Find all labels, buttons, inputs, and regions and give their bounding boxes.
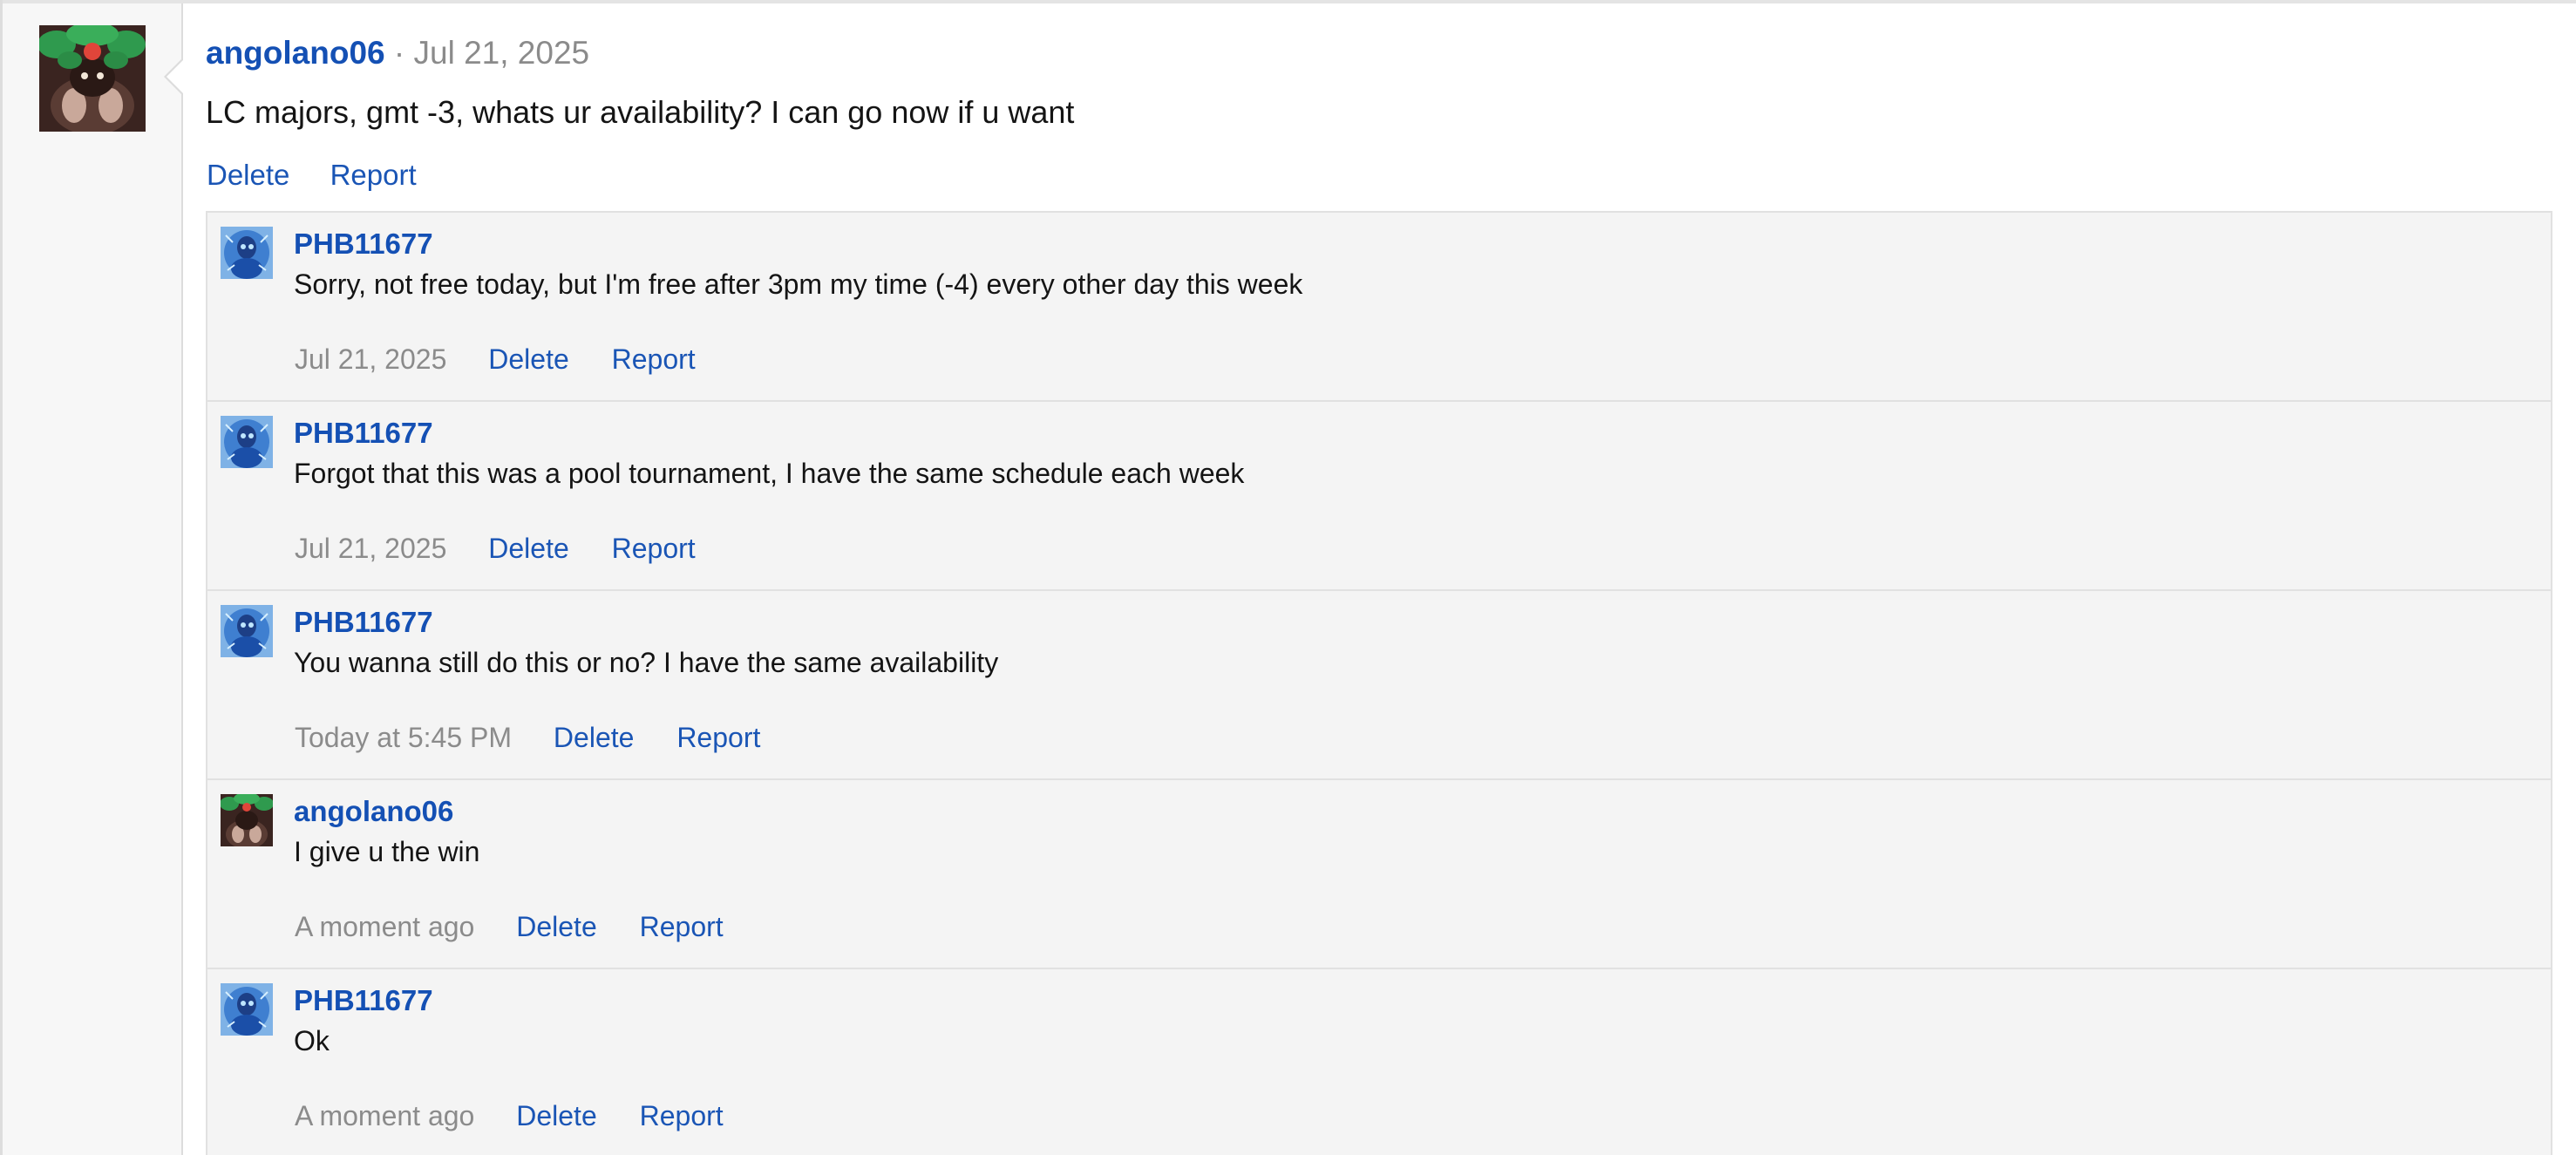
comment-footer: Jul 21, 2025 Delete Report xyxy=(295,340,731,378)
comment-author-link[interactable]: PHB11677 xyxy=(294,225,433,263)
comments-list: PHB11677 Sorry, not free today, but I'm … xyxy=(206,211,2552,1155)
dark-creature-with-leaves-avatar-icon xyxy=(221,794,273,846)
comment-body: Ok xyxy=(294,1025,330,1056)
post-body: LC majors, gmt -3, whats ur availability… xyxy=(206,94,1075,130)
comment-body: You wanna still do this or no? I have th… xyxy=(294,647,999,678)
comment-author-link[interactable]: PHB11677 xyxy=(294,603,433,642)
dark-creature-with-leaves-avatar-icon xyxy=(39,25,146,132)
blue-glowing-figure-avatar-icon xyxy=(221,227,273,279)
post-date: Jul 21, 2025 xyxy=(413,35,590,71)
comment-delete-link[interactable]: Delete xyxy=(488,343,569,375)
post-author-link[interactable]: angolano06 xyxy=(206,35,385,71)
comment-item: PHB11677 You wanna still do this or no? … xyxy=(207,591,2551,780)
comment-footer: A moment ago Delete Report xyxy=(295,1097,758,1135)
comment-time: A moment ago xyxy=(295,1100,475,1131)
comment-author-avatar[interactable] xyxy=(221,227,273,279)
comment-time: A moment ago xyxy=(295,911,475,942)
post-delete-link[interactable]: Delete xyxy=(207,159,289,191)
blue-glowing-figure-avatar-icon xyxy=(221,605,273,657)
comment-footer: Jul 21, 2025 Delete Report xyxy=(295,529,731,567)
comment-author-link[interactable]: PHB11677 xyxy=(294,414,433,452)
comment-author-avatar[interactable] xyxy=(221,416,273,468)
comment-time: Today at 5:45 PM xyxy=(295,722,513,753)
comment-author-avatar[interactable] xyxy=(221,794,273,846)
message-pointer-fill xyxy=(167,59,184,94)
comment-report-link[interactable]: Report xyxy=(640,911,724,942)
comment-item: PHB11677 Sorry, not free today, but I'm … xyxy=(207,213,2551,402)
blue-glowing-figure-avatar-icon xyxy=(221,983,273,1036)
comment-body: Sorry, not free today, but I'm free afte… xyxy=(294,268,1303,300)
comment-delete-link[interactable]: Delete xyxy=(554,722,635,753)
post-message-panel: angolano06 · Jul 21, 2025 LC majors, gmt… xyxy=(164,3,2576,1155)
header-separator: · xyxy=(393,35,405,71)
comment-delete-link[interactable]: Delete xyxy=(516,911,597,942)
comment-time: Jul 21, 2025 xyxy=(295,533,447,564)
comment-report-link[interactable]: Report xyxy=(612,343,696,375)
comment-footer: A moment ago Delete Report xyxy=(295,907,758,946)
comment-author-avatar[interactable] xyxy=(221,605,273,657)
comment-report-link[interactable]: Report xyxy=(676,722,760,753)
comment-item: PHB11677 Ok A moment ago Delete Report xyxy=(207,969,2551,1155)
left-divider xyxy=(0,0,3,1155)
post-actions: Delete Report xyxy=(207,155,449,195)
comment-delete-link[interactable]: Delete xyxy=(516,1100,597,1131)
comment-author-link[interactable]: PHB11677 xyxy=(294,982,433,1020)
blue-glowing-figure-avatar-icon xyxy=(221,416,273,468)
profile-post-page: angolano06 · Jul 21, 2025 LC majors, gmt… xyxy=(0,0,2576,1155)
comment-body: Forgot that this was a pool tournament, … xyxy=(294,458,1245,489)
post-header: angolano06 · Jul 21, 2025 xyxy=(206,31,589,75)
comment-report-link[interactable]: Report xyxy=(612,533,696,564)
comment-item: angolano06 I give u the win A moment ago… xyxy=(207,780,2551,969)
comment-time: Jul 21, 2025 xyxy=(295,343,447,375)
post-author-avatar[interactable] xyxy=(39,25,146,132)
comment-footer: Today at 5:45 PM Delete Report xyxy=(295,718,795,757)
comment-item: PHB11677 Forgot that this was a pool tou… xyxy=(207,402,2551,591)
comment-report-link[interactable]: Report xyxy=(640,1100,724,1131)
comment-author-avatar[interactable] xyxy=(221,983,273,1036)
post-report-link[interactable]: Report xyxy=(330,159,417,191)
comment-delete-link[interactable]: Delete xyxy=(488,533,569,564)
comment-author-link[interactable]: angolano06 xyxy=(294,792,453,831)
comment-body: I give u the win xyxy=(294,836,480,867)
